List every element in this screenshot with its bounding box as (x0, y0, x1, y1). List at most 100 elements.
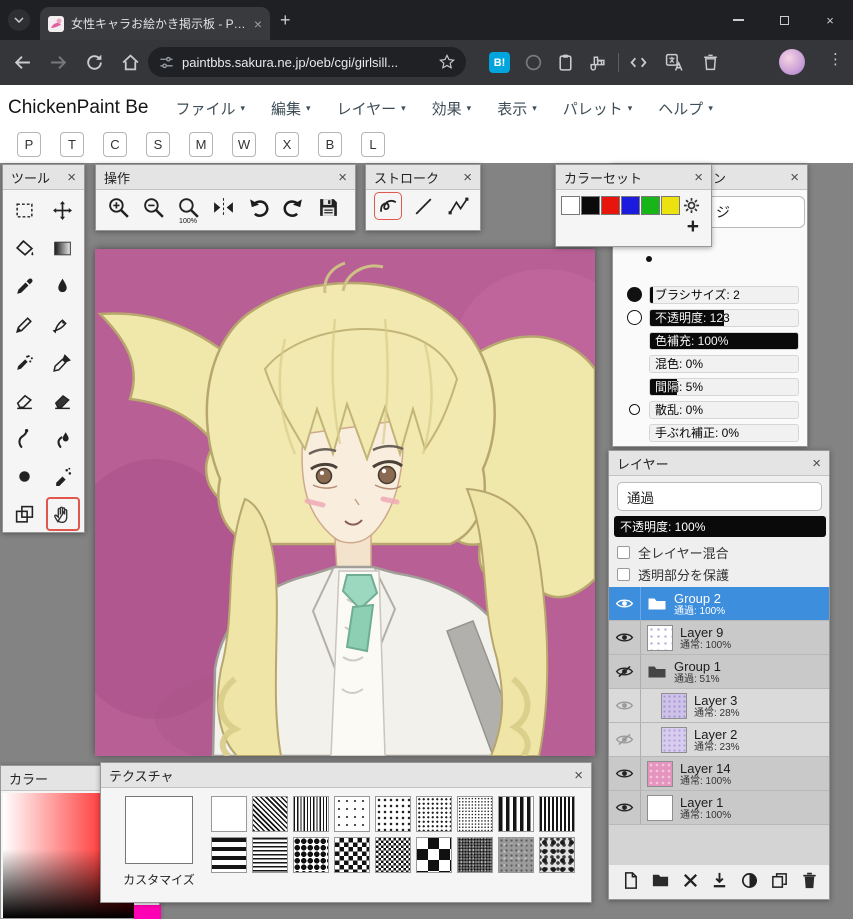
trash-icon[interactable] (698, 50, 723, 75)
close-icon[interactable]: × (790, 170, 799, 185)
texture-preview[interactable] (125, 796, 193, 864)
reload-button[interactable] (82, 50, 107, 75)
browser-menu-button[interactable]: ⋮ (828, 50, 843, 68)
window-close-button[interactable]: × (807, 0, 853, 40)
window-minimize-button[interactable] (715, 0, 761, 40)
new-tab-button[interactable]: + (280, 10, 291, 31)
layer-row-group-1[interactable]: Group 1通過: 51% (609, 655, 829, 689)
bookmark-star-icon[interactable] (439, 54, 455, 70)
tool-eraser[interactable] (5, 381, 44, 419)
close-icon[interactable]: × (463, 170, 472, 185)
tool-hand[interactable] (44, 495, 83, 533)
shortcut-key-S[interactable]: S (146, 132, 170, 157)
tool-fill[interactable] (5, 229, 44, 267)
tool-smudge[interactable] (5, 419, 44, 457)
menu-layer[interactable]: レイヤー▾ (337, 98, 406, 119)
color-swatch-5[interactable] (661, 196, 680, 215)
shortcut-key-W[interactable]: W (232, 132, 256, 157)
shortcut-key-M[interactable]: M (189, 132, 213, 157)
stroke-mode-line[interactable] (409, 192, 437, 220)
tab-search-button[interactable] (8, 9, 30, 31)
merge-down-button[interactable] (710, 871, 729, 890)
zoom-out-button[interactable] (140, 192, 166, 222)
texture-dots-fine[interactable] (457, 796, 493, 832)
add-layer-button[interactable] (621, 871, 640, 890)
menu-effect[interactable]: 効果▾ (432, 98, 472, 119)
canvas[interactable] (95, 249, 595, 756)
home-button[interactable] (118, 50, 143, 75)
color-swatch-0[interactable] (561, 196, 580, 215)
back-button[interactable] (10, 50, 35, 75)
blend-mode-select[interactable]: 通過 (617, 482, 822, 511)
current-color-chip[interactable] (134, 905, 161, 919)
profile-avatar[interactable] (779, 49, 805, 75)
tool-gradient[interactable] (44, 229, 83, 267)
clipboard-icon[interactable] (553, 50, 578, 75)
tool-brush[interactable] (44, 343, 83, 381)
close-icon[interactable]: × (694, 170, 703, 185)
visibility-toggle[interactable] (609, 689, 641, 722)
pen-slider[interactable]: 混色: 0% (649, 355, 799, 373)
layer-row-layer-9[interactable]: Layer 9通常: 100% (609, 621, 829, 655)
tool-airbrush[interactable] (5, 343, 44, 381)
visibility-toggle[interactable] (609, 621, 641, 654)
tool-eraser-dark[interactable] (44, 381, 83, 419)
texture-stripes-h-bold[interactable] (211, 837, 247, 873)
texture-halftone-dots[interactable] (293, 837, 329, 873)
close-icon[interactable]: × (67, 170, 76, 185)
tool-marquee[interactable] (5, 191, 44, 229)
visibility-toggle[interactable] (609, 587, 641, 620)
pen-slider[interactable]: ブラシサイズ: 2 (649, 286, 799, 304)
tool-pen[interactable] (44, 305, 83, 343)
add-color-button[interactable]: + (687, 217, 699, 237)
close-icon[interactable]: × (574, 768, 583, 783)
add-folder-button[interactable] (651, 871, 670, 890)
texture-checker-tiny[interactable] (375, 837, 411, 873)
devtools-code-icon[interactable] (626, 50, 651, 75)
tool-blur[interactable] (44, 419, 83, 457)
pen-slider[interactable]: 手ぶれ補正: 0% (649, 424, 799, 442)
shortcut-key-X[interactable]: X (275, 132, 299, 157)
undo-button[interactable] (245, 192, 271, 222)
layer-row-layer-1[interactable]: Layer 1通常: 100% (609, 791, 829, 825)
tool-move[interactable] (44, 191, 83, 229)
texture-checker-small[interactable] (334, 837, 370, 873)
texture-diagonal-dense[interactable] (252, 796, 288, 832)
tool-water[interactable] (44, 267, 83, 305)
color-swatch-4[interactable] (641, 196, 660, 215)
visibility-toggle[interactable] (609, 723, 641, 756)
zoom-in-button[interactable] (105, 192, 131, 222)
layer-row-layer-2[interactable]: Layer 2通常: 23% (609, 723, 829, 757)
checkbox[interactable] (617, 568, 630, 581)
menu-edit[interactable]: 編集▾ (271, 98, 311, 119)
texture-stripes-v-fine[interactable] (539, 796, 575, 832)
mask-button[interactable] (740, 871, 759, 890)
visibility-toggle[interactable] (609, 791, 641, 824)
hatena-bookmark-extension-icon[interactable]: B! (489, 52, 510, 73)
menu-help[interactable]: ヘルプ▾ (658, 98, 713, 119)
menu-palette[interactable]: パレット▾ (563, 98, 633, 119)
visibility-toggle[interactable] (609, 757, 641, 790)
translate-icon[interactable] (662, 50, 687, 75)
browser-tab[interactable]: 女性キャラお絵かき掲示板 - Petit × (40, 7, 270, 40)
shortcut-key-L[interactable]: L (361, 132, 385, 157)
layer-row-layer-3[interactable]: Layer 3通常: 28% (609, 689, 829, 723)
texture-stripes-v-bold[interactable] (498, 796, 534, 832)
visibility-toggle[interactable] (609, 655, 641, 688)
texture-noise-fine[interactable] (457, 837, 493, 873)
shortcut-key-T[interactable]: T (60, 132, 84, 157)
color-swatch-3[interactable] (621, 196, 640, 215)
flip-horizontal-button[interactable] (210, 192, 236, 222)
layer-opacity-slider[interactable]: 不透明度: 100% (614, 516, 826, 537)
shortcut-key-C[interactable]: C (103, 132, 127, 157)
menu-file[interactable]: ファイル▾ (175, 98, 245, 119)
texture-noise-blotch[interactable] (539, 837, 575, 873)
color-swatch-1[interactable] (581, 196, 600, 215)
texture-dots-sparse[interactable] (334, 796, 370, 832)
color-swatch-2[interactable] (601, 196, 620, 215)
forward-button[interactable] (46, 50, 71, 75)
address-bar[interactable]: paintbbs.sakura.ne.jp/oeb/cgi/girlsill..… (148, 47, 466, 77)
layer-row-group-2[interactable]: Group 2通過: 100% (609, 587, 829, 621)
stroke-mode-bezier[interactable] (444, 192, 472, 220)
texture-dots-medium[interactable] (375, 796, 411, 832)
